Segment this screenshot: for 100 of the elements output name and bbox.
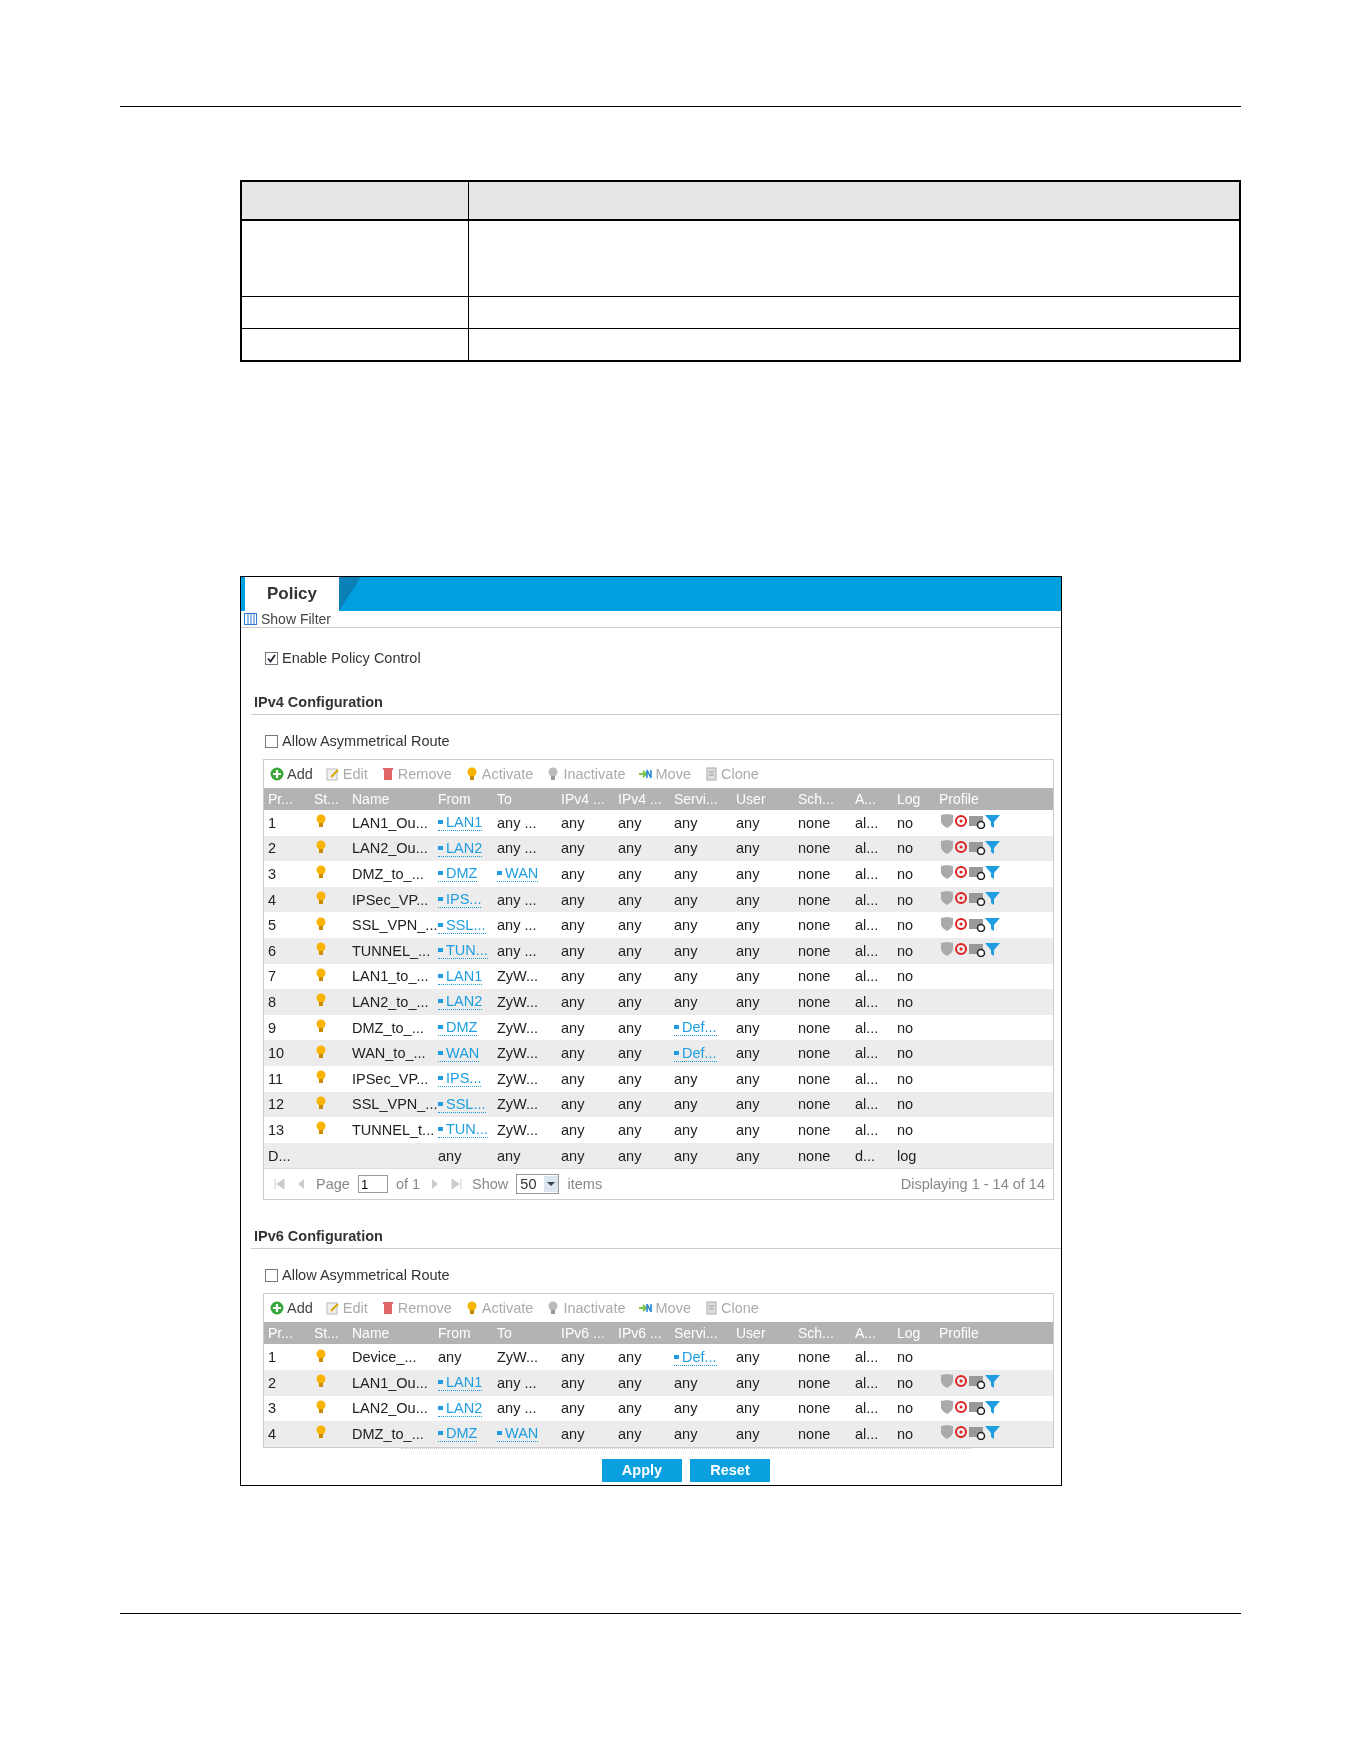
pager-label: Page bbox=[316, 1176, 350, 1193]
show-filter-link[interactable]: Show Filter bbox=[261, 611, 332, 627]
action-button[interactable]: Apply bbox=[602, 1458, 682, 1482]
column-header[interactable]: A... bbox=[855, 1325, 876, 1342]
column-header[interactable]: From bbox=[438, 791, 471, 807]
column-header[interactable]: St... bbox=[314, 1325, 339, 1342]
table-row[interactable]: 4 IPSec_VP... IPS... any ... any any any any none al... no bbox=[264, 886, 1053, 913]
object-link[interactable]: LAN1 bbox=[438, 814, 483, 832]
table-row[interactable]: 2 LAN2_Ou... LAN2 any ... any any any any none al... no bbox=[264, 835, 1053, 862]
table-cell: al... bbox=[855, 1121, 879, 1138]
table-row[interactable]: 2 LAN1_Ou... LAN1 any ... any any any any none al... no bbox=[264, 1369, 1053, 1396]
table-row[interactable]: D... any any any any any any none d... log bbox=[264, 1142, 1053, 1169]
checkbox[interactable] bbox=[265, 1268, 278, 1282]
table-row[interactable]: 12 SSL_VPN_... SSL... ZyW... any any any any none al... no bbox=[264, 1091, 1053, 1118]
object-link[interactable]: DMZ bbox=[438, 865, 478, 883]
column-header[interactable]: To bbox=[497, 791, 512, 807]
table-cell: none bbox=[798, 1096, 831, 1113]
table-cell: any bbox=[736, 917, 760, 934]
column-header[interactable]: IPv4 ... bbox=[618, 791, 662, 807]
object-icon bbox=[438, 1379, 444, 1386]
column-header[interactable]: User bbox=[736, 791, 766, 807]
table-cell: 1 bbox=[268, 814, 277, 831]
object-icon bbox=[438, 1100, 444, 1107]
profile-icons-drawing bbox=[939, 864, 1001, 881]
column-header[interactable]: IPv6 ... bbox=[618, 1325, 662, 1342]
object-icon bbox=[438, 896, 444, 903]
object-link[interactable]: DMZ bbox=[438, 1425, 478, 1443]
table-cell: any bbox=[561, 1019, 585, 1036]
column-header[interactable]: Log bbox=[897, 791, 921, 807]
object-link[interactable]: TUN... bbox=[438, 1121, 488, 1139]
object-icon bbox=[438, 819, 444, 826]
object-link[interactable]: LAN2 bbox=[438, 1399, 483, 1417]
table-cell: DMZ_to_... bbox=[352, 1019, 424, 1036]
toolbar-button[interactable]: Add bbox=[270, 766, 313, 782]
object-link[interactable]: SSL... bbox=[438, 1095, 486, 1113]
object-link[interactable]: LAN1 bbox=[438, 1374, 483, 1392]
dropdown-icon bbox=[544, 1176, 559, 1193]
object-link[interactable]: WAN bbox=[497, 865, 539, 883]
table-cell: any bbox=[561, 968, 585, 985]
table-cell: any bbox=[561, 840, 585, 857]
object-link[interactable]: LAN1 bbox=[438, 967, 483, 985]
object-link[interactable]: WAN bbox=[438, 1044, 480, 1062]
table-cell: any bbox=[736, 1425, 760, 1442]
checkbox[interactable] bbox=[265, 651, 278, 665]
table-cell: no bbox=[897, 1349, 914, 1366]
column-header[interactable]: A... bbox=[855, 791, 876, 807]
table-cell: any bbox=[618, 1425, 642, 1442]
table-cell: LAN2_to_... bbox=[352, 993, 429, 1010]
column-header[interactable]: Sch... bbox=[798, 791, 834, 807]
action-button[interactable]: Reset bbox=[690, 1458, 770, 1482]
object-link[interactable]: IPS... bbox=[438, 1070, 482, 1088]
column-header[interactable]: Profile bbox=[939, 1325, 979, 1342]
column-header[interactable]: User bbox=[736, 1325, 766, 1342]
table-cell: 4 bbox=[268, 891, 277, 908]
table-cell: none bbox=[798, 891, 831, 908]
column-header[interactable]: St... bbox=[314, 791, 339, 807]
table-row[interactable]: 10 WAN_to_... WAN ZyW... any any Def... any none al... no bbox=[264, 1040, 1053, 1066]
object-link[interactable]: SSL... bbox=[438, 916, 486, 934]
table-row[interactable]: 8 LAN2_to_... LAN2 ZyW... any any any any none al... no bbox=[264, 989, 1053, 1015]
table-row[interactable]: 4 DMZ_to_... DMZ WAN any any any any none al... no bbox=[264, 1421, 1053, 1447]
column-header[interactable]: Servi... bbox=[674, 1325, 718, 1342]
table-cell: DMZ_to_... bbox=[352, 866, 424, 882]
column-header[interactable]: Sch... bbox=[798, 1325, 834, 1342]
object-link[interactable]: DMZ bbox=[438, 1019, 478, 1037]
table-cell: any ... bbox=[497, 814, 537, 831]
table-cell: any bbox=[561, 1400, 585, 1417]
profile-icons-drawing bbox=[939, 1424, 1001, 1441]
column-header[interactable]: Profile bbox=[939, 791, 979, 807]
table-cell: any bbox=[618, 1121, 642, 1138]
column-header[interactable]: Pr... bbox=[268, 791, 293, 807]
table-cell: none bbox=[798, 993, 831, 1010]
table-row[interactable]: 6 TUNNEL_... TUN... any ... any any any any none al... no bbox=[264, 937, 1053, 964]
object-link[interactable]: WAN bbox=[497, 1425, 539, 1443]
column-header[interactable]: IPv4 ... bbox=[561, 791, 605, 807]
object-link[interactable]: TUN... bbox=[438, 942, 488, 960]
page-size-select[interactable]: 50 bbox=[516, 1174, 560, 1195]
column-header[interactable]: Log bbox=[897, 1325, 921, 1342]
column-header[interactable]: IPv6 ... bbox=[561, 1325, 605, 1342]
column-header[interactable]: Name bbox=[352, 791, 390, 807]
object-link[interactable]: LAN2 bbox=[438, 993, 483, 1011]
table-cell: al... bbox=[855, 1019, 879, 1036]
column-header[interactable]: From bbox=[438, 1325, 471, 1342]
column-header[interactable]: Name bbox=[352, 1325, 390, 1342]
object-link[interactable]: Def... bbox=[674, 1019, 717, 1037]
column-header[interactable]: To bbox=[497, 1325, 512, 1342]
table-cell: any ... bbox=[497, 1400, 537, 1417]
table-cell: al... bbox=[855, 942, 879, 959]
column-header[interactable]: Servi... bbox=[674, 791, 718, 807]
object-link[interactable]: IPS... bbox=[438, 891, 482, 909]
object-link[interactable]: Def... bbox=[674, 1044, 717, 1062]
table-cell: any bbox=[736, 1374, 760, 1391]
toolbar-button[interactable]: Add bbox=[270, 1300, 313, 1317]
object-link[interactable]: LAN2 bbox=[438, 839, 483, 857]
object-link[interactable]: Def... bbox=[674, 1348, 717, 1366]
column-header[interactable]: Pr... bbox=[268, 1325, 293, 1342]
checkbox[interactable] bbox=[265, 734, 278, 748]
tab[interactable]: Policy bbox=[245, 577, 339, 611]
move-icon bbox=[638, 767, 653, 781]
page-input[interactable]: 1 bbox=[357, 1175, 388, 1194]
table-cell: none bbox=[798, 917, 831, 934]
